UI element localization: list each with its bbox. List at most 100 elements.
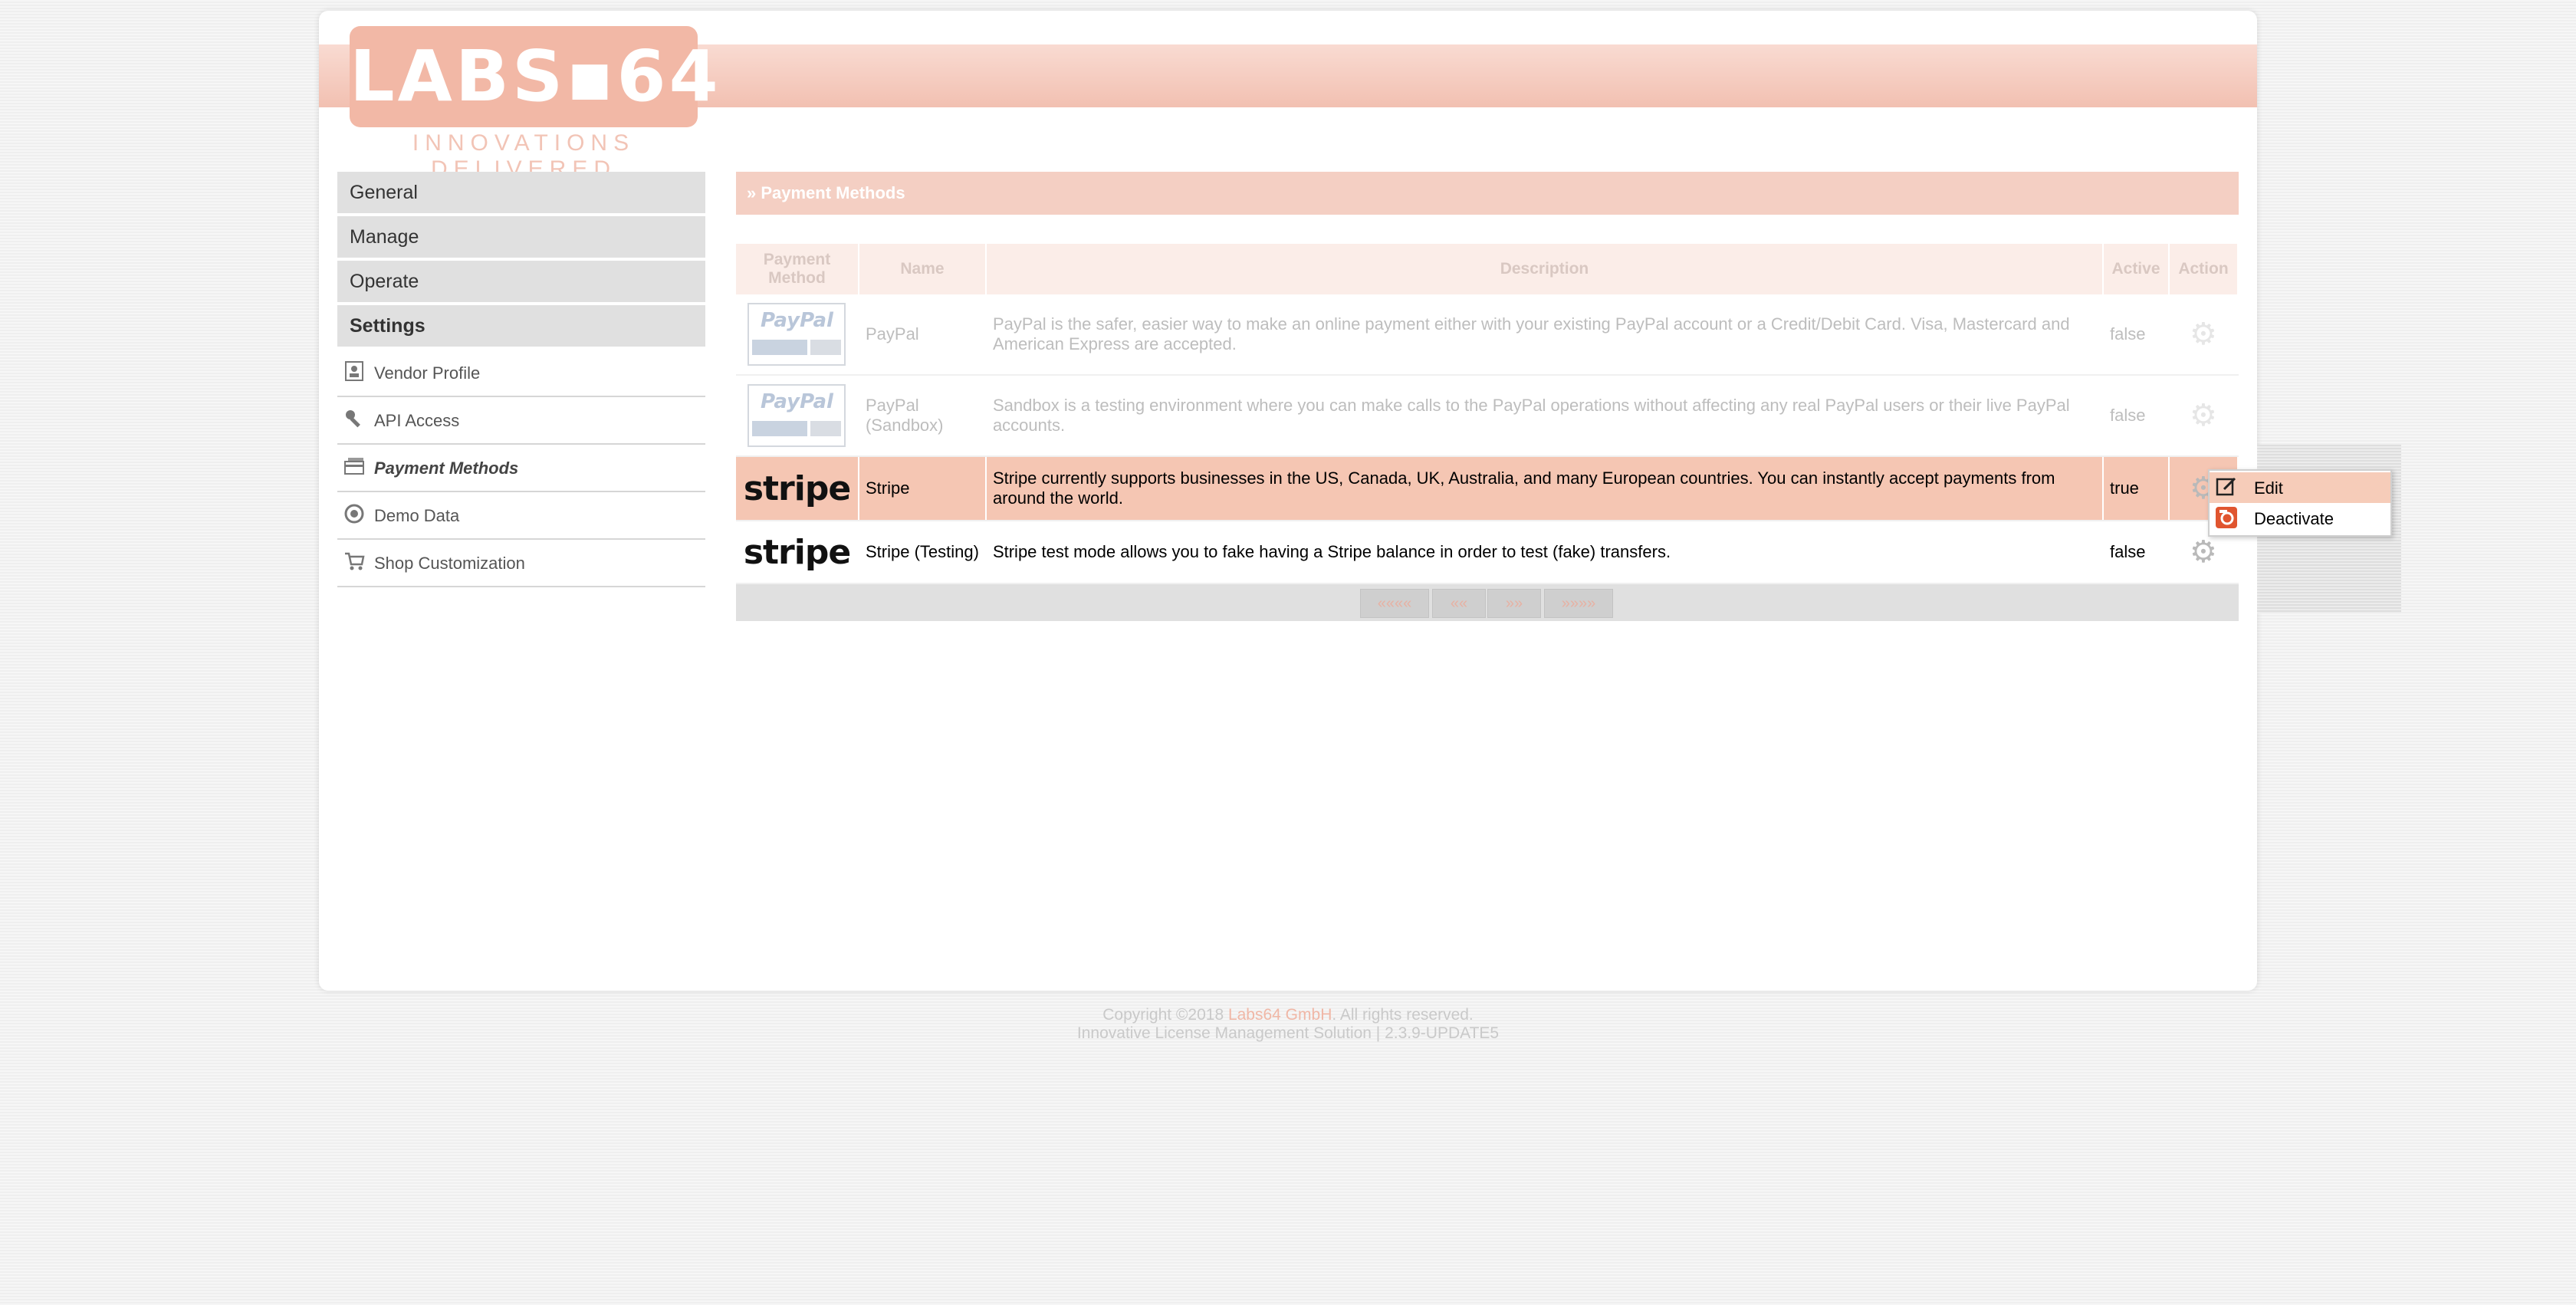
- logo-bar: [752, 340, 808, 355]
- main-container: NetLicensing.io | Guided Tour | Help | Demo [V…: [319, 11, 2257, 991]
- person-icon: [343, 360, 365, 382]
- active-cell: false: [2103, 521, 2170, 584]
- sidebar-item-label: Payment Methods: [374, 459, 519, 478]
- stripe-logo: stripe: [743, 468, 851, 508]
- sidebar-section-general[interactable]: General: [337, 172, 705, 213]
- sidebar: General Manage Operate Settings Vendor P…: [337, 172, 705, 587]
- logo-bar: [810, 421, 842, 436]
- nav-help[interactable]: Help: [1854, 107, 1888, 127]
- footer: Copyright ©2018 Labs64 GmbH. All rights …: [0, 1006, 2576, 1043]
- edit-menu-item[interactable]: Edit: [2210, 472, 2390, 503]
- nav-separator: |: [1841, 107, 1846, 127]
- logo-label: PayPal: [761, 309, 833, 332]
- description-cell: Stripe currently supports businesses in …: [985, 456, 2104, 521]
- paypal-logo: PayPal: [748, 303, 846, 366]
- logo-bar: [810, 340, 842, 355]
- nav-separator: |: [2036, 107, 2041, 127]
- cart-icon: [343, 551, 365, 572]
- column-header-active: Active: [2103, 244, 2170, 294]
- sidebar-item-label: Demo Data: [374, 506, 460, 525]
- name-cell: Stripe (Testing): [858, 521, 987, 584]
- sidebar-item-label: Vendor Profile: [374, 363, 481, 383]
- description-cell: PayPal is the safer, easier way to make …: [985, 294, 2104, 376]
- payment-method-cell: PayPal: [736, 294, 859, 376]
- copyright-line: Copyright ©2018 Labs64 GmbH. All rights …: [0, 1006, 2576, 1024]
- deactivate-menu-item[interactable]: Deactivate: [2210, 503, 2390, 534]
- name-cell: PayPal: [858, 294, 987, 376]
- edit-label: Edit: [2254, 478, 2283, 498]
- top-navigation: NetLicensing.io | Guided Tour | Help | Demo [V…: [1607, 107, 2242, 127]
- nav-separator: |: [2229, 107, 2234, 127]
- nav-netlicensing[interactable]: NetLicensing.io: [1607, 107, 1722, 127]
- copyright-text: Copyright ©2018: [1102, 1006, 1228, 1024]
- paypal-logo: PayPal: [748, 384, 846, 447]
- payment-methods-table: Payment Method Name Description Active Ac…: [736, 244, 2239, 584]
- name-cell: PayPal (Sandbox): [858, 375, 987, 457]
- table-header-row: Payment Method Name Description Active Ac…: [736, 244, 2239, 294]
- pagination-bar: «««« «« »» »»»»: [736, 584, 2239, 621]
- sidebar-item-label: API Access: [374, 411, 460, 430]
- table-row[interactable]: PayPal PayPal (Sandbox) Sandbox is a tes…: [736, 375, 2239, 457]
- action-cell: ⚙: [2168, 294, 2239, 376]
- demo-data-icon: [343, 503, 365, 524]
- name-cell: Stripe: [858, 456, 987, 521]
- next-page-button[interactable]: »»: [1487, 589, 1541, 618]
- payment-method-cell: PayPal: [736, 375, 859, 457]
- stripe-logo: stripe: [743, 532, 851, 572]
- active-cell: false: [2103, 375, 2170, 457]
- active-cell: true: [2103, 456, 2170, 521]
- sidebar-item-vendor-profile[interactable]: Vendor Profile: [337, 350, 705, 397]
- active-cell: false: [2103, 294, 2170, 376]
- column-header-payment-method: Payment Method: [736, 244, 859, 294]
- edit-icon: [2214, 475, 2239, 500]
- gear-icon[interactable]: ⚙: [2188, 537, 2219, 567]
- logo-bar: [752, 421, 808, 436]
- sidebar-section-settings[interactable]: Settings: [337, 305, 705, 347]
- header-text: Method: [768, 269, 826, 287]
- action-cell: ⚙: [2168, 375, 2239, 457]
- nav-free-forever[interactable]: FREE forever: [2049, 107, 2150, 127]
- nav-separator: |: [1895, 107, 1901, 127]
- nav-separator: |: [1730, 107, 1735, 127]
- table-row[interactable]: stripe Stripe Stripe currently supports …: [736, 456, 2239, 521]
- logo-label: PayPal: [761, 390, 833, 413]
- payment-method-cell: stripe: [736, 456, 859, 521]
- page-title: » Payment Methods: [736, 172, 2239, 215]
- first-page-button[interactable]: ««««: [1360, 589, 1429, 618]
- nav-logout[interactable]: Logout: [2170, 107, 2222, 127]
- last-page-button[interactable]: »»»»: [1544, 589, 1613, 618]
- nav-guided-tour[interactable]: Guided Tour: [1742, 107, 1833, 127]
- sidebar-section-operate[interactable]: Operate: [337, 261, 705, 302]
- nav-demo[interactable]: Demo [VDEMO]: [1908, 107, 2029, 127]
- deactivate-label: Deactivate: [2254, 509, 2334, 528]
- key-icon: [343, 408, 365, 429]
- sidebar-item-api-access[interactable]: API Access: [337, 397, 705, 445]
- column-header-name: Name: [858, 244, 987, 294]
- row-context-menu: Edit Deactivate: [2208, 469, 2392, 537]
- sidebar-item-payment-methods[interactable]: Payment Methods: [337, 445, 705, 492]
- rights-text: . All rights reserved.: [1332, 1006, 1474, 1024]
- column-header-action: Action: [2168, 244, 2239, 294]
- gear-icon[interactable]: ⚙: [2188, 319, 2219, 350]
- company-link[interactable]: Labs64 GmbH: [1228, 1006, 1332, 1024]
- sidebar-item-label: Shop Customization: [374, 554, 525, 573]
- brand-logo[interactable]: LABS▪64 INNOVATIONS DELIVERED: [350, 26, 718, 182]
- logo-text: LABS▪64: [350, 26, 718, 127]
- table-row[interactable]: stripe Stripe (Testing) Stripe test mode…: [736, 521, 2239, 584]
- gear-icon[interactable]: ⚙: [2188, 400, 2219, 431]
- description-cell: Stripe test mode allows you to fake havi…: [985, 521, 2104, 584]
- previous-page-button[interactable]: ««: [1432, 589, 1486, 618]
- column-header-description: Description: [985, 244, 2104, 294]
- nav-separator: |: [2158, 107, 2163, 127]
- main-content: » Payment Methods Payment Method Name Des…: [736, 172, 2239, 621]
- sidebar-item-shop-customization[interactable]: Shop Customization: [337, 540, 705, 587]
- version-line: Innovative License Management Solution |…: [1076, 1024, 1500, 1042]
- sidebar-section-manage[interactable]: Manage: [337, 216, 705, 258]
- payment-method-cell: stripe: [736, 521, 859, 584]
- description-cell: Sandbox is a testing environment where y…: [985, 375, 2104, 457]
- sidebar-item-demo-data[interactable]: Demo Data: [337, 492, 705, 540]
- table-row[interactable]: PayPal PayPal PayPal is the safer, easie…: [736, 294, 2239, 376]
- deactivate-icon: [2214, 506, 2239, 531]
- payment-icon: [343, 455, 365, 477]
- header-text: Payment: [763, 251, 831, 268]
